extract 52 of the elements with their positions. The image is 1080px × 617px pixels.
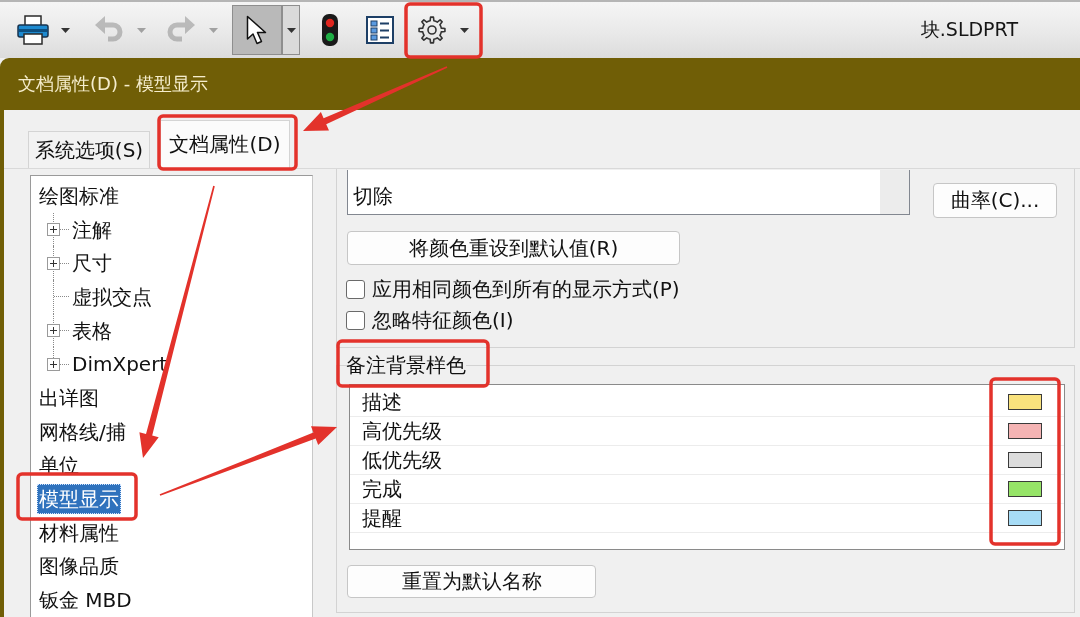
tree-item[interactable]: 表格	[70, 315, 114, 346]
scrollbar[interactable]	[880, 170, 909, 214]
checkbox[interactable]	[346, 280, 365, 299]
list-icon	[366, 16, 394, 44]
dialog-title: 文档属性(D) - 模型显示	[18, 72, 208, 96]
printer-icon	[17, 15, 49, 45]
tree-item[interactable]: 绘图标准	[37, 180, 121, 211]
caret-icon	[60, 27, 70, 33]
redo-icon	[167, 16, 195, 44]
reset-names-button[interactable]: 重置为默认名称	[347, 565, 596, 598]
caret-icon	[208, 27, 218, 33]
caret-icon	[136, 27, 146, 33]
file-name: 块.SLDPRT	[920, 17, 1018, 42]
tree-item[interactable]: 单位	[37, 450, 81, 481]
tree-item[interactable]: 钣金 MBD	[37, 585, 134, 616]
expand-icon[interactable]	[47, 357, 60, 371]
settings-icon	[418, 16, 446, 44]
tree-item[interactable]: 出详图	[37, 382, 101, 413]
checkbox[interactable]	[346, 311, 365, 330]
tree-item[interactable]: 网格线/捕	[37, 416, 128, 447]
caret-icon	[459, 27, 469, 33]
list-item[interactable]: 低优先级	[362, 447, 442, 473]
dropdown-button[interactable]	[282, 5, 300, 55]
tree-item[interactable]: 注解	[70, 214, 114, 245]
reset-colors-button[interactable]: 将颜色重设到默认值(R)	[347, 231, 680, 265]
list-item[interactable]: 提醒	[362, 505, 402, 531]
list-item[interactable]: 完成	[362, 476, 402, 502]
list-item[interactable]: 高优先级	[362, 418, 442, 444]
checkbox-label: 忽略特征颜色(I)	[372, 307, 514, 334]
tab[interactable]: 文档属性(D)	[160, 120, 290, 168]
toolbar-button[interactable]	[232, 5, 282, 55]
expand-icon[interactable]	[47, 256, 60, 270]
tree-item[interactable]: DimXpert	[70, 349, 170, 380]
caret-icon	[286, 27, 296, 33]
tree-item[interactable]: 模型显示	[37, 484, 121, 515]
tree-item[interactable]: 材料属性	[37, 517, 121, 548]
group-title: 备注背景样色	[346, 352, 466, 379]
list-item[interactable]: 切除	[348, 184, 880, 214]
undo-icon	[95, 16, 123, 44]
expand-icon[interactable]	[47, 223, 60, 237]
traffic-light-icon	[322, 14, 338, 46]
curvature-button[interactable]: 曲率(C)...	[933, 183, 1057, 218]
tree-item[interactable]: 尺寸	[70, 248, 114, 279]
expand-icon[interactable]	[47, 324, 60, 338]
tab[interactable]: 系统选项(S)	[28, 131, 150, 168]
tree-item[interactable]: 图像品质	[37, 551, 121, 582]
tree-item[interactable]: 虚拟交点	[70, 281, 154, 312]
pointer-icon	[246, 15, 268, 45]
list-item[interactable]: 描述	[362, 389, 402, 415]
list-box[interactable]: 切除	[347, 170, 910, 215]
list-box[interactable]: 描述 高优先级 低优先级 完成 提醒	[349, 384, 1065, 550]
checkbox-label: 应用相同颜色到所有的显示方式(P)	[372, 276, 680, 303]
